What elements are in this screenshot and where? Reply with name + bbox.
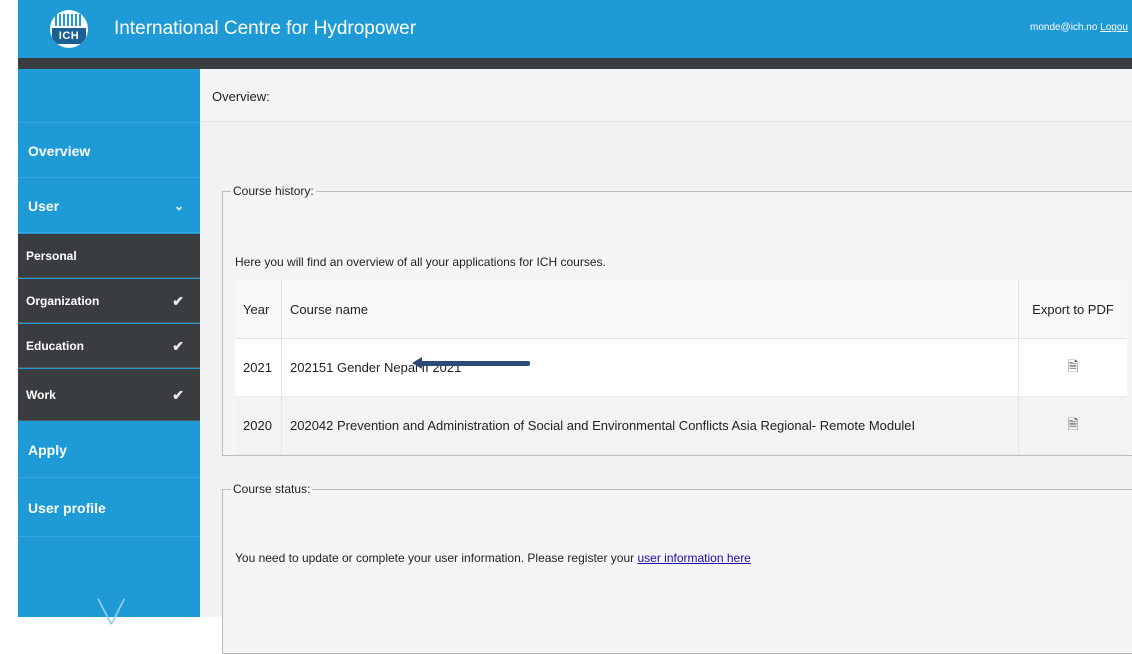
check-icon: ✔ [172,338,184,354]
top-bar: ICH International Centre for Hydropower … [18,0,1132,58]
course-name: 202151 Gender Nepal II 2021 [281,338,1019,397]
table-header-row: Year Course name Export to PDF [235,280,1127,339]
table-row: 2020 202042 Prevention and Administratio… [235,396,1127,455]
logout-link[interactable]: Logou [1100,22,1128,33]
page-title: Overview: [212,89,270,104]
course-history-legend: Course history: [233,184,314,198]
course-status-panel: Course status: You need to update or com… [222,482,1132,654]
export-cell: 🗎 [1018,396,1127,455]
sidebar-item-label: Apply [28,442,67,458]
sidebar-item-label: Overview [28,143,91,159]
main-content: Overview: Course history: Here you will … [200,69,1132,654]
sidebar-item-user[interactable]: User ⌄ [18,179,200,233]
logo-text: ICH [52,28,86,44]
check-icon: ✔ [172,387,184,403]
ich-logo[interactable]: ICH [50,10,88,48]
sidebar-subitem-label: Education [26,339,85,353]
course-history-panel: Course history: Here you will find an ov… [222,184,1132,456]
breadcrumb: Overview: [200,69,1132,122]
course-status-legend: Course status: [233,482,311,496]
pdf-export-icon[interactable]: 🗎 [1067,416,1078,432]
sidebar-item-apply[interactable]: Apply [18,422,200,478]
export-cell: 🗎 [1018,338,1127,397]
logo-lines [55,14,83,26]
sidebar-subitem-label: Organization [26,294,100,308]
sidebar-item-user-profile[interactable]: User profile [18,479,200,537]
sidebar-subitem-organization[interactable]: Organization ✔ [18,279,200,323]
pdf-export-icon[interactable]: 🗎 [1067,358,1078,374]
sidebar-subitem-personal[interactable]: Personal [18,234,200,278]
sidebar-decoration: ╲╱ [98,599,125,624]
column-header-year: Year [235,280,282,339]
course-status-text: You need to update or complete your user… [235,551,635,565]
table-row: 2021 202151 Gender Nepal II 2021 🗎 [235,338,1127,397]
sidebar-subitem-work[interactable]: Work ✔ [18,369,200,421]
sidebar: Overview User ⌄ Personal Organization ✔ … [18,69,200,624]
course-table: Year Course name Export to PDF 2021 2021… [235,280,1127,455]
user-information-link[interactable]: user information here [637,551,750,565]
chevron-down-icon[interactable]: ⌄ [174,179,184,233]
column-header-course-name: Course name [281,280,1019,339]
sidebar-subitem-education[interactable]: Education ✔ [18,324,200,368]
sidebar-item-overview[interactable]: Overview [18,124,200,178]
app-title: International Centre for Hydropower [114,18,417,39]
course-history-intro: Here you will find an overview of all yo… [235,255,606,269]
annotation-arrow-icon [412,357,530,369]
course-year: 2020 [235,396,282,455]
user-email: monde@ich.no [1029,22,1098,33]
sidebar-subitem-label: Personal [26,249,77,263]
course-status-message: You need to update or complete your user… [235,551,751,565]
sidebar-subitem-label: Work [26,388,56,402]
sidebar-item-label: User profile [28,500,106,516]
course-year: 2021 [235,338,282,397]
sidebar-item-label: User [28,198,60,214]
check-icon: ✔ [172,293,184,309]
column-header-export: Export to PDF [1018,280,1127,339]
course-name: 202042 Prevention and Administration of … [281,396,1019,455]
top-bar-strip [18,58,1132,69]
user-account: monde@ich.no Logou [1030,22,1128,33]
sidebar-spacer [18,69,200,123]
